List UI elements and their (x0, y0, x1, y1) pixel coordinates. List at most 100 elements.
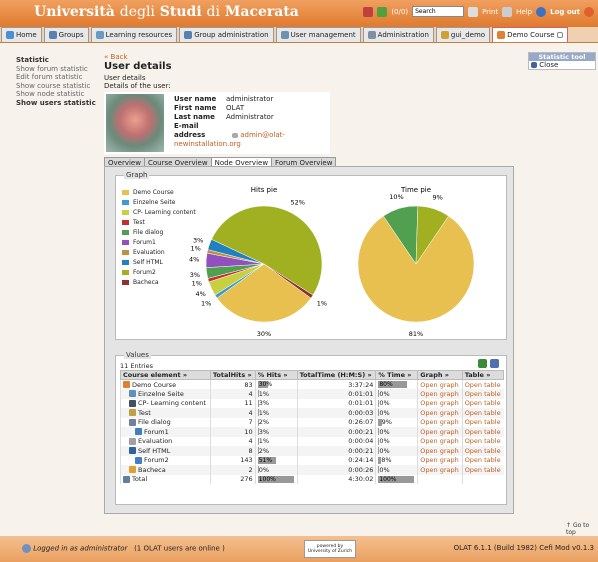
tab-gui-demo[interactable]: gui_demo (435, 27, 491, 42)
groups-icon (48, 31, 57, 39)
logout-icon[interactable] (584, 6, 594, 17)
open-graph-link[interactable]: Open graph (417, 417, 463, 427)
time-bar: 100% (378, 475, 415, 483)
open-table-link[interactable]: Open table (461, 455, 504, 465)
buddy-icon[interactable] (377, 6, 388, 17)
menu-item-forum-statistic[interactable]: Show forum statistic (16, 65, 96, 74)
open-table-link[interactable]: Open table (461, 398, 504, 408)
total-time-cell: 0:26:07 (296, 417, 376, 427)
table-settings-icon[interactable] (490, 359, 499, 368)
open-graph-link[interactable]: Open graph (417, 398, 463, 408)
open-graph-link[interactable]: Open graph (417, 379, 463, 389)
column-header[interactable]: % Time » (375, 370, 419, 380)
column-header[interactable]: TotalTime (H:M:S) » (296, 370, 377, 380)
open-graph-link[interactable]: Open graph (417, 427, 463, 437)
help-link[interactable]: Help (516, 8, 532, 16)
tab-demo-course[interactable]: Demo Course (492, 27, 568, 42)
open-table-link[interactable]: Open table (461, 446, 504, 456)
total-time-cell: 0:00:26 (296, 465, 376, 475)
open-table-link[interactable]: Open table (461, 436, 504, 446)
menu-item-edit-forum-statistic[interactable]: Edit forum statistic (16, 73, 96, 82)
tab-administration[interactable]: Administration (362, 27, 434, 42)
powered-by-badge[interactable]: powered by University of Zurich (304, 540, 356, 558)
percent-time-cell: 0% (375, 389, 418, 399)
back-link[interactable]: « Back (104, 53, 514, 61)
percent-hits-cell: 30% (254, 379, 298, 389)
total-time-cell: 3:37:24 (296, 379, 376, 389)
node-name: File dialog (138, 418, 171, 427)
time-bar: 80% (378, 381, 408, 388)
tab-group-administration[interactable]: Group administration (179, 27, 274, 42)
column-header[interactable]: TotalHits » (209, 370, 256, 380)
node-icon (135, 456, 142, 464)
open-graph-link[interactable]: Open graph (417, 436, 463, 446)
entries-count: 11 Entries (120, 362, 153, 370)
open-table-link[interactable]: Open table (461, 465, 504, 475)
search-input[interactable] (412, 6, 465, 17)
print-icon[interactable] (502, 6, 513, 17)
menu-item-node-statistic[interactable]: Show node statistic (16, 90, 96, 99)
lastname-value: Administrator (226, 113, 274, 121)
total-time-cell: 4:30:02 (296, 474, 376, 484)
course-element-cell: Demo Course (120, 379, 211, 389)
statistic-menu: Statistic Show forum statistic Edit foru… (16, 56, 96, 107)
node-name: Einzelne Seite (138, 389, 184, 398)
menu-item-users-statistic[interactable]: Show users statistic (16, 99, 96, 108)
open-table-link[interactable]: Open table (461, 389, 504, 399)
open-table-link[interactable]: Open table (461, 408, 504, 418)
column-header[interactable]: % Hits » (254, 370, 298, 380)
open-graph-link[interactable]: Open graph (417, 389, 463, 399)
open-table-link[interactable]: Open table (461, 427, 504, 437)
open-graph-link[interactable]: Open graph (417, 408, 463, 418)
time-percent: 0% (379, 408, 390, 417)
logo-word: degli (119, 4, 155, 20)
percent-time-cell: 80% (375, 379, 418, 389)
firstname-label: First name (174, 104, 217, 112)
help-icon[interactable] (536, 6, 547, 17)
open-graph-link[interactable]: Open graph (417, 465, 463, 475)
tab-user-management[interactable]: User management (275, 27, 361, 42)
demo-icon (440, 31, 449, 39)
pie-value-label: 1% (191, 245, 201, 253)
column-header[interactable]: Table » (461, 370, 505, 380)
university-logo[interactable]: Università degli Studi di Macerata (34, 4, 299, 20)
open-table-link[interactable]: Open table (461, 379, 504, 389)
excel-export-icon[interactable] (478, 359, 487, 368)
chat-icon[interactable] (363, 6, 374, 17)
total-time-cell: 0:01:01 (296, 398, 376, 408)
tab-learning-resources[interactable]: Learning resources (90, 27, 178, 42)
search-icon[interactable] (468, 6, 479, 17)
logout-link[interactable]: Log out (550, 8, 580, 16)
menu-item-course-statistic[interactable]: Show course statistic (16, 82, 96, 91)
node-name: Bacheca (138, 465, 166, 474)
total-hits-cell: 2 (209, 465, 256, 475)
main-tabs: Home Groups Learning resources Group adm… (0, 27, 598, 43)
open-graph-link[interactable]: Open graph (417, 455, 463, 465)
group-admin-icon (184, 31, 193, 39)
total-time-cell: 0:00:03 (296, 408, 376, 418)
print-link[interactable]: Print (482, 8, 498, 16)
course-element-cell: Forum1 (120, 427, 211, 437)
tab-groups[interactable]: Groups (43, 27, 89, 42)
node-icon (135, 428, 142, 436)
node-icon (129, 399, 136, 407)
admin-icon (367, 31, 376, 39)
time-percent: 80% (379, 381, 393, 388)
open-graph-link[interactable]: Open graph (417, 446, 463, 456)
hits-percent: 1% (258, 408, 269, 417)
close-tool-link[interactable]: Close (529, 61, 595, 69)
go-to-top-link[interactable]: ↑ Go to top (566, 522, 598, 536)
username-value: administrator (226, 95, 274, 103)
percent-hits-cell: 1% (254, 408, 298, 418)
close-icon[interactable] (556, 32, 563, 38)
open-table-link[interactable]: Open table (461, 417, 504, 427)
table-row: Bacheca 2 0% 0:00:26 0% Open graph Open table (120, 465, 504, 475)
column-header[interactable]: Course element » (120, 370, 211, 380)
column-header[interactable]: Graph » (417, 370, 463, 380)
online-users-link[interactable]: (1 OLAT users are online ) (134, 545, 225, 553)
tab-label: Home (16, 31, 37, 39)
node-icon (129, 418, 136, 426)
tab-home[interactable]: Home (1, 27, 42, 42)
pie-value-label: 3% (190, 271, 200, 279)
table-row: Test 4 1% 0:00:03 0% Open graph Open table (120, 408, 504, 418)
